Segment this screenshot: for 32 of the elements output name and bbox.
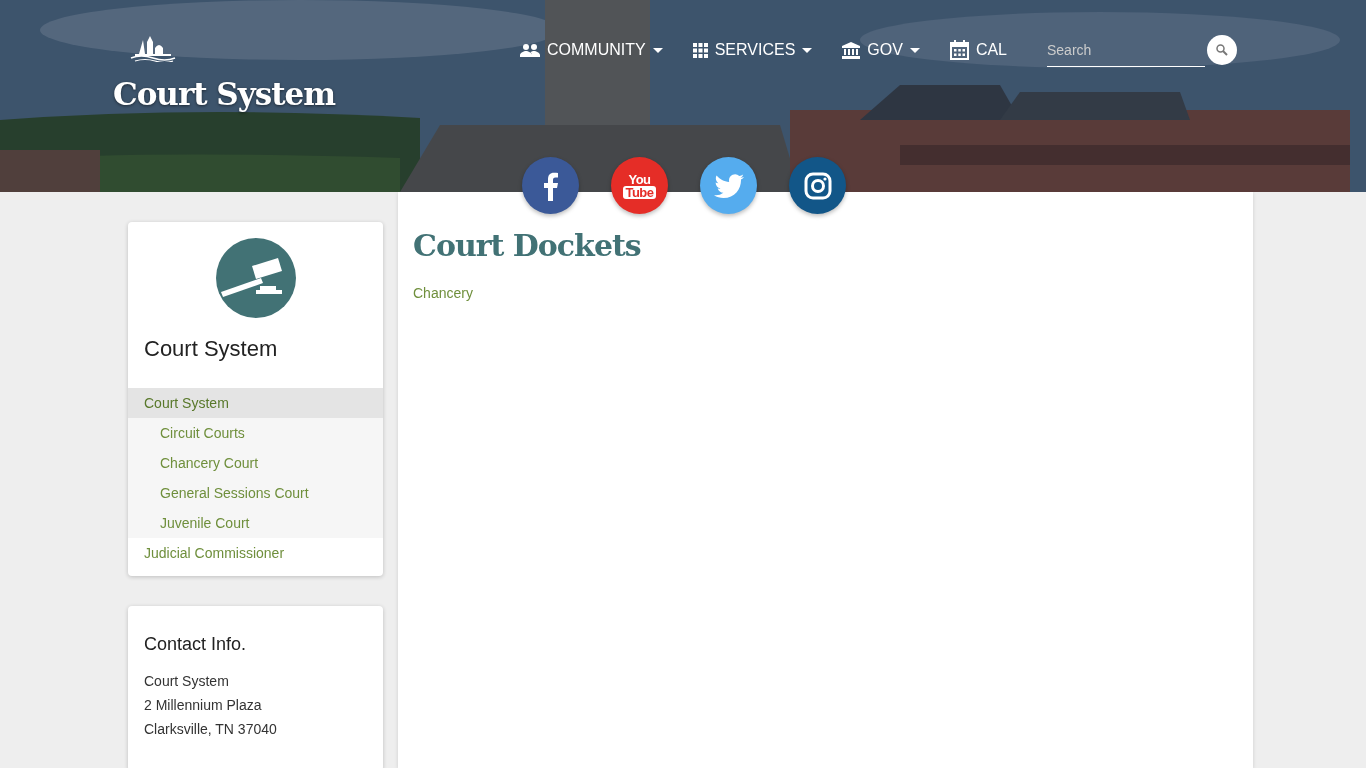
sidebar-item[interactable]: Chancery Court bbox=[128, 448, 383, 478]
people-icon bbox=[520, 43, 541, 57]
docket-link[interactable]: Chancery bbox=[413, 285, 473, 301]
address-line: Court System bbox=[144, 672, 230, 691]
caret-icon bbox=[652, 47, 663, 53]
nav-link[interactable]: SERVICES bbox=[692, 41, 813, 59]
sidebar-item[interactable]: Court System bbox=[128, 388, 383, 418]
caret-icon bbox=[802, 47, 813, 53]
address-line: Clarksville, TN 37040 bbox=[144, 720, 278, 739]
gavel-icon bbox=[215, 238, 296, 318]
f-logo-icon bbox=[542, 170, 559, 201]
calendar-icon bbox=[949, 40, 969, 60]
page-title: Court Dockets bbox=[413, 228, 642, 263]
sidebar-item[interactable]: Juvenile Court bbox=[128, 508, 383, 538]
camera-logo-icon bbox=[803, 171, 832, 200]
sidebar-item[interactable]: General Sessions Court bbox=[128, 478, 383, 508]
bird-icon bbox=[713, 173, 744, 198]
caret-icon bbox=[909, 47, 920, 53]
sidebar-item[interactable]: Circuit Courts bbox=[128, 418, 383, 448]
sidebar-item[interactable]: Judicial Commissioner bbox=[128, 538, 383, 568]
search-icon bbox=[1216, 44, 1228, 56]
search-field[interactable]: Search bbox=[1047, 33, 1205, 67]
grid-icon bbox=[692, 42, 708, 58]
sidebar-title: Court System bbox=[144, 336, 278, 362]
site-title: Court System bbox=[113, 76, 336, 112]
nav-link[interactable]: CAL bbox=[949, 40, 1007, 60]
bank-icon bbox=[842, 41, 861, 59]
skyline-logo-icon bbox=[129, 34, 177, 62]
nav-link[interactable]: COMMUNITY bbox=[520, 41, 663, 59]
nav-link[interactable]: GOV bbox=[842, 41, 920, 59]
contact-title: Contact Info. bbox=[144, 634, 248, 655]
address-line: 2 Millennium Plaza bbox=[144, 696, 263, 715]
